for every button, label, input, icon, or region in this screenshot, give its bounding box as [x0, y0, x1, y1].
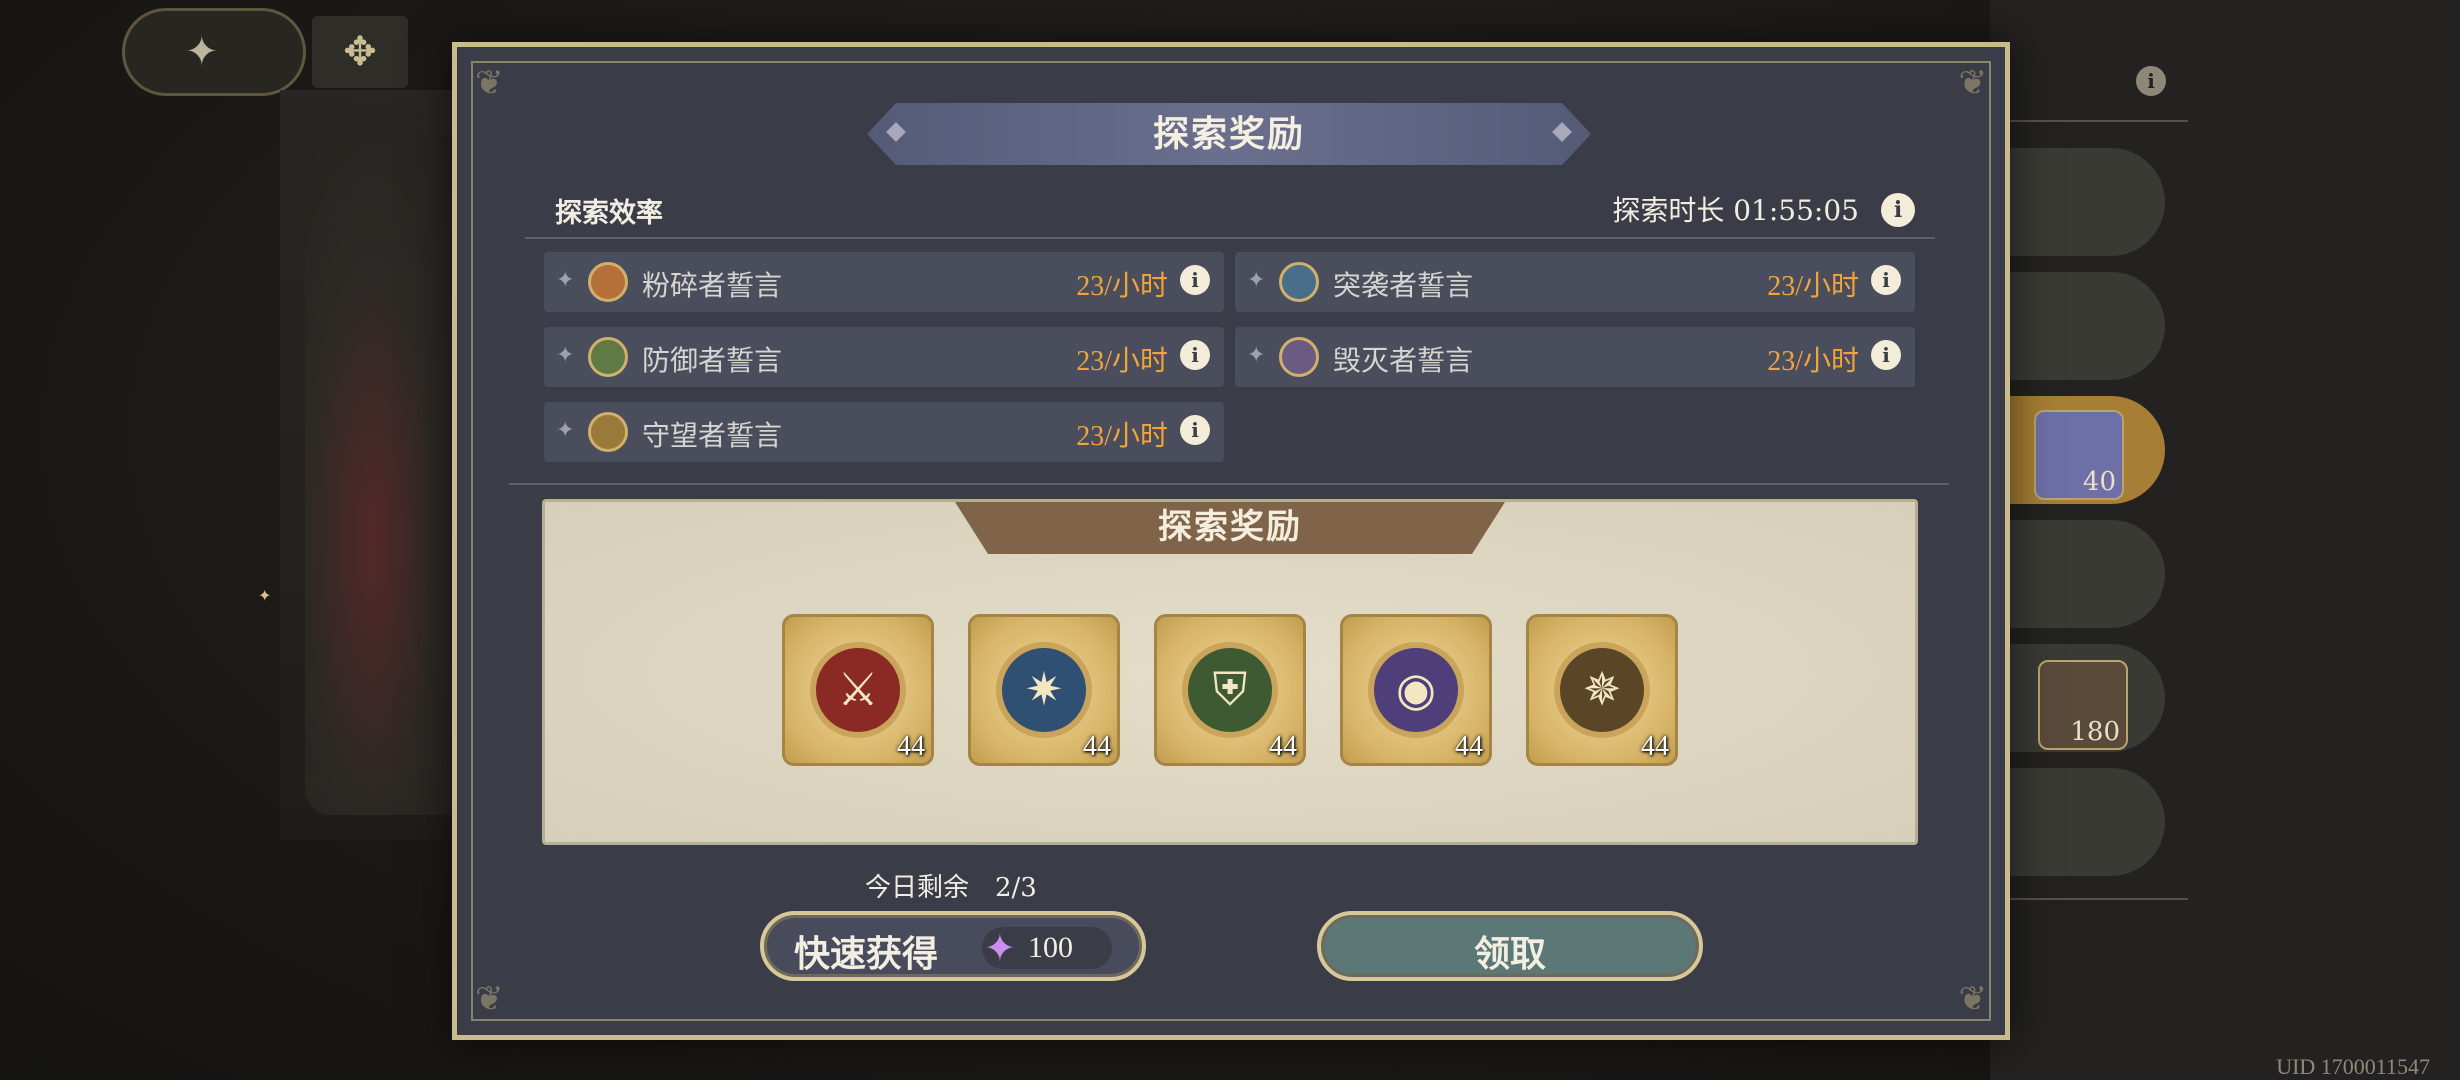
- reward-item[interactable]: ✷ 44: [968, 614, 1120, 766]
- side-card[interactable]: [2000, 272, 2165, 380]
- diamond-ornament-icon: [886, 122, 906, 142]
- rate-value: 23/小时: [1767, 346, 1859, 377]
- rate-name: 毁灭者誓言: [1333, 344, 1474, 377]
- rate-name: 守望者誓言: [642, 419, 783, 452]
- character-art: [305, 135, 475, 815]
- reward-qty: 44: [1083, 731, 1111, 762]
- reward-panel: 探索奖励 ⚔ 44 ✷ 44 ⛨ 44 ◉ 44 ✵ 44: [542, 499, 1918, 845]
- rate-name: 粉碎者誓言: [642, 269, 783, 302]
- remaining-today: 今日剩余 2/3: [865, 873, 1037, 903]
- reward-qty: 44: [1455, 731, 1483, 762]
- rate-row: ✦ 粉碎者誓言 23/小时 i: [544, 252, 1224, 312]
- reward-item[interactable]: ⛨ 44: [1154, 614, 1306, 766]
- sparkle-icon: ✦: [1247, 343, 1266, 368]
- efficiency-label: 探索效率: [555, 198, 663, 229]
- defense-medal-icon: [588, 337, 628, 377]
- divider: [2000, 898, 2188, 900]
- rate-row: ✦ 毁灭者誓言 23/小时 i: [1235, 327, 1915, 387]
- destroy-medal-icon: [1279, 337, 1319, 377]
- sparkle-icon: ✦: [556, 268, 575, 293]
- info-icon[interactable]: i: [1180, 340, 1210, 370]
- star-gem-icon: ✦: [984, 926, 1016, 970]
- info-icon[interactable]: i: [1881, 193, 1915, 227]
- uid-label: UID 1700011547: [2276, 1054, 2430, 1079]
- reward-qty: 44: [1269, 731, 1297, 762]
- side-card[interactable]: [2000, 148, 2165, 256]
- reward-title: 探索奖励: [955, 502, 1505, 554]
- exploration-reward-dialog: ❦ ❦ ❦ ❦ 探索奖励 探索效率 探索时长 01:55:05 i ✦ 粉碎者誓…: [452, 42, 2010, 1040]
- info-icon[interactable]: i: [2136, 66, 2166, 96]
- sparkle-icon: ✦: [1247, 268, 1266, 293]
- back-arrow-icon: ✦: [185, 29, 219, 75]
- rate-value: 23/小时: [1076, 346, 1168, 377]
- rate-value: 23/小时: [1076, 271, 1168, 302]
- rate-row: ✦ 防御者誓言 23/小时 i: [544, 327, 1224, 387]
- quick-obtain-label: 快速获得: [794, 933, 939, 975]
- dialog-title-text: 探索奖励: [1152, 113, 1305, 155]
- info-icon[interactable]: i: [1871, 265, 1901, 295]
- star-medal-icon: ✷: [996, 642, 1092, 738]
- watch-medal-icon: [588, 412, 628, 452]
- rate-row: ✦ 突袭者誓言 23/小时 i: [1235, 252, 1915, 312]
- compass-medal-icon: ✵: [1554, 642, 1650, 738]
- divider: [509, 483, 1949, 485]
- info-icon[interactable]: i: [1871, 340, 1901, 370]
- side-card[interactable]: [2000, 768, 2165, 876]
- reward-item[interactable]: ◉ 44: [1340, 614, 1492, 766]
- corner-ornament-icon: ❦: [475, 979, 504, 1019]
- back-button[interactable]: ✦: [122, 8, 306, 96]
- duration-text: 探索时长 01:55:05: [1612, 194, 1859, 227]
- divider: [525, 237, 1935, 239]
- side-item-thumb: 40: [2034, 410, 2124, 500]
- info-icon[interactable]: i: [1180, 265, 1210, 295]
- info-icon[interactable]: i: [1180, 415, 1210, 445]
- divider: [2000, 120, 2188, 122]
- corner-ornament-icon: ❦: [475, 63, 504, 103]
- eye-medal-icon: ◉: [1368, 642, 1464, 738]
- rate-name: 防御者誓言: [642, 344, 783, 377]
- claim-label: 领取: [1473, 933, 1546, 975]
- claim-button[interactable]: 领取: [1317, 911, 1703, 981]
- reward-qty: 44: [1641, 731, 1669, 762]
- cost-badge: ✦ 100: [982, 927, 1112, 969]
- side-card[interactable]: [2000, 520, 2165, 628]
- rate-name: 突袭者誓言: [1333, 269, 1474, 302]
- sparkle-icon: ✦: [556, 343, 575, 368]
- sparkle-icon: ✦: [258, 586, 272, 605]
- corner-ornament-icon: ❦: [1958, 979, 1988, 1019]
- diamond-ornament-icon: [1552, 122, 1572, 142]
- rate-row: ✦ 守望者誓言 23/小时 i: [544, 402, 1224, 462]
- reward-item[interactable]: ✵ 44: [1526, 614, 1678, 766]
- shatter-medal-icon: [588, 262, 628, 302]
- raid-medal-icon: [1279, 262, 1319, 302]
- reward-qty: 44: [897, 731, 925, 762]
- rate-value: 23/小时: [1076, 421, 1168, 452]
- sparkle-icon: ✦: [556, 418, 575, 443]
- shield-medal-icon: ⛨: [1182, 642, 1278, 738]
- menu-icon[interactable]: ✥: [312, 16, 408, 88]
- side-item-thumb: 180: [2038, 660, 2128, 750]
- corner-ornament-icon: ❦: [1958, 63, 1988, 103]
- rate-value: 23/小时: [1767, 271, 1859, 302]
- cost-value: 100: [1028, 931, 1073, 964]
- sword-medal-icon: ⚔: [810, 642, 906, 738]
- reward-item[interactable]: ⚔ 44: [782, 614, 934, 766]
- quick-obtain-button[interactable]: 快速获得 ✦ 100: [760, 911, 1146, 981]
- dialog-title: 探索奖励: [867, 103, 1591, 165]
